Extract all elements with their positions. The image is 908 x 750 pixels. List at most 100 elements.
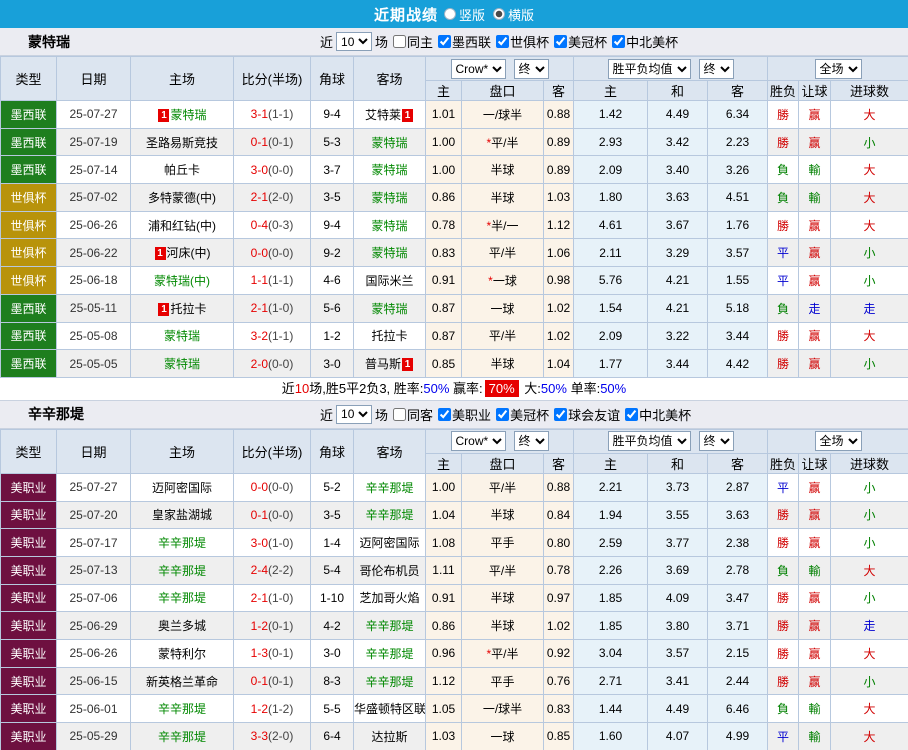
away-team-name: 达拉斯 (371, 730, 407, 744)
odds-away-cell: 1.06 (544, 239, 574, 267)
final-avg-select[interactable]: 终 (699, 431, 734, 451)
fulltime-select[interactable]: 全场 (815, 431, 862, 451)
avg-select[interactable]: 胜平负均值 (608, 59, 691, 79)
sub-header-away-odds: 客 (544, 81, 574, 101)
odds-away-cell: 1.12 (544, 211, 574, 239)
match-row: 墨西联25-07-19圣路易斯竞技0-1(0-1)5-3蒙特瑞1.00*平/半0… (1, 128, 908, 156)
goals-result-cell: 走 (831, 612, 908, 640)
avg-select[interactable]: 胜平负均值 (608, 431, 691, 451)
league-filter-checkbox[interactable] (554, 35, 567, 48)
date-cell: 25-07-27 (57, 473, 131, 501)
same-venue-filter-checkbox[interactable] (393, 408, 406, 421)
league-filter-checkbox[interactable] (625, 408, 638, 421)
avg-away-cell: 1.76 (708, 211, 768, 239)
avg-draw-cell: 3.80 (648, 612, 708, 640)
date-cell: 25-06-18 (57, 267, 131, 295)
corner-cell: 8-3 (311, 667, 354, 695)
avg-draw-cell: 3.57 (648, 640, 708, 668)
layout-radio-竖版[interactable]: 竖版 (444, 5, 485, 24)
league-filter[interactable]: 墨西联 (438, 32, 491, 51)
league-filter-checkbox[interactable] (496, 408, 509, 421)
odds-away-cell: 1.02 (544, 322, 574, 350)
final-odds-select[interactable]: 终 (514, 431, 549, 451)
final-odds-select[interactable]: 终 (514, 59, 549, 79)
goals-result-cell: 大 (831, 156, 908, 184)
avg-home-cell: 2.26 (574, 556, 648, 584)
avg-away-cell: 5.18 (708, 294, 768, 322)
away-team-cell: 蒙特瑞 (354, 184, 426, 212)
league-filter[interactable]: 美冠杯 (496, 405, 549, 424)
away-team-cell: 辛辛那堤 (354, 473, 426, 501)
match-row: 墨西联25-05-111托拉卡2-1(1-0)5-6蒙特瑞0.87一球1.021… (1, 294, 908, 322)
league-filter-checkbox[interactable] (554, 408, 567, 421)
avg-home-cell: 1.60 (574, 723, 648, 750)
fulltime-select[interactable]: 全场 (815, 59, 862, 79)
avg-away-cell: 6.46 (708, 695, 768, 723)
same-venue-filter[interactable]: 同主 (393, 32, 433, 51)
handicap-cell: 半球 (462, 584, 544, 612)
league-filter[interactable]: 美冠杯 (554, 32, 607, 51)
league-filter[interactable]: 世俱杯 (496, 32, 549, 51)
home-team-name: 圣路易斯竞技 (146, 136, 218, 150)
league-filter[interactable]: 球会友谊 (554, 405, 620, 424)
avg-home-cell: 2.21 (574, 473, 648, 501)
date-cell: 25-05-05 (57, 350, 131, 378)
avg-home-cell: 1.94 (574, 501, 648, 529)
match-row: 墨西联25-05-08蒙特瑞3-2(1-1)1-2托拉卡0.87平/半1.022… (1, 322, 908, 350)
corner-cell: 4-2 (311, 612, 354, 640)
layout-radio-横版[interactable]: 横版 (493, 5, 534, 24)
league-filter-checkbox[interactable] (612, 35, 625, 48)
match-count-select[interactable]: 10 (336, 405, 372, 424)
avg-home-cell: 2.93 (574, 128, 648, 156)
handicap-cell: 平/半 (462, 322, 544, 350)
col-header-score: 比分(半场) (234, 57, 311, 101)
goals-result-cell: 小 (831, 350, 908, 378)
match-row: 世俱杯25-07-02多特蒙德(中)2-1(2-0)3-5蒙特瑞0.86半球1.… (1, 184, 908, 212)
league-filter-checkbox[interactable] (438, 408, 451, 421)
home-team-name: 蒙特瑞(中) (154, 274, 210, 288)
avg-draw-cell: 3.41 (648, 667, 708, 695)
match-filters: 近 10 场 同客美职业美冠杯球会友谊中北美杯 (320, 405, 691, 424)
avg-away-cell: 3.71 (708, 612, 768, 640)
home-team-cell: 皇家盐湖城 (131, 501, 234, 529)
summary-segment: 70% (485, 380, 519, 397)
league-cell: 世俱杯 (1, 211, 57, 239)
home-team-cell: 蒙特瑞 (131, 350, 234, 378)
match-count-select[interactable]: 10 (336, 32, 372, 51)
score-cell: 2-1(2-0) (234, 184, 311, 212)
odds-away-cell: 0.98 (544, 267, 574, 295)
bookmaker-select[interactable]: Crow* (451, 431, 506, 451)
league-filter[interactable]: 中北美杯 (625, 405, 691, 424)
final-avg-select[interactable]: 终 (699, 59, 734, 79)
away-team-name: 迈阿密国际 (359, 536, 419, 550)
away-team-cell: 艾特莱1 (354, 101, 426, 129)
goals-result-cell: 小 (831, 501, 908, 529)
matches-table: 类型 日期 主场 比分(半场) 角球 客场 Crow* 终 胜平负均值 (0, 56, 908, 378)
same-venue-filter-checkbox[interactable] (393, 35, 406, 48)
avg-away-cell: 4.51 (708, 184, 768, 212)
date-cell: 25-07-17 (57, 529, 131, 557)
handicap-result-cell: 赢 (799, 350, 831, 378)
avg-home-cell: 4.61 (574, 211, 648, 239)
league-filter-checkbox[interactable] (496, 35, 509, 48)
score-cell: 3-3(2-0) (234, 723, 311, 750)
league-filter-label: 墨西联 (452, 32, 491, 51)
col-header-home: 主场 (131, 57, 234, 101)
score-cell: 2-1(1-0) (234, 584, 311, 612)
bookmaker-select[interactable]: Crow* (451, 59, 506, 79)
halftime-score: (0-0) (268, 480, 293, 494)
goals-result-cell: 大 (831, 723, 908, 750)
league-filter[interactable]: 中北美杯 (612, 32, 678, 51)
sub-header-home-odds: 主 (426, 453, 462, 473)
layout-radio-input[interactable] (444, 8, 456, 20)
score-cell: 0-1(0-1) (234, 667, 311, 695)
live-handicap-star: * (486, 136, 491, 150)
same-venue-filter[interactable]: 同客 (393, 405, 433, 424)
handicap-result-cell: 輸 (799, 156, 831, 184)
handicap-cell: 平/半 (462, 556, 544, 584)
red-card-badge: 1 (402, 358, 413, 371)
layout-radio-input[interactable] (493, 8, 505, 20)
league-filter[interactable]: 美职业 (438, 405, 491, 424)
league-filter-checkbox[interactable] (438, 35, 451, 48)
goals-result-cell: 大 (831, 322, 908, 350)
